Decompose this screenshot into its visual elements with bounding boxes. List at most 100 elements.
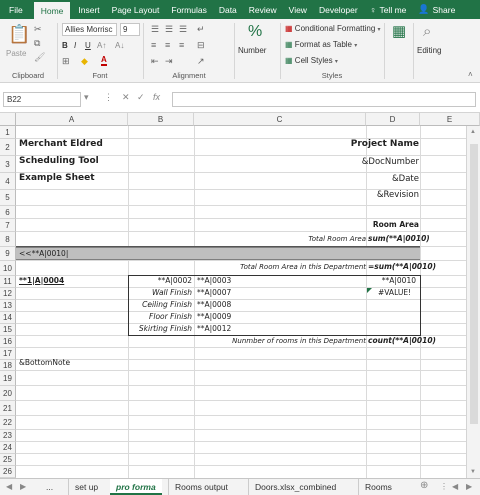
cell-d5[interactable]: &Revision xyxy=(300,191,419,200)
cell-b13[interactable]: Wall Finish xyxy=(128,289,192,297)
cell-c13[interactable]: **A|0007 xyxy=(197,289,231,297)
sheet-tab-rooms-output[interactable]: Rooms output xyxy=(168,479,234,495)
tab-split-icon[interactable]: ⋮ xyxy=(440,482,448,491)
tab-data[interactable]: Data xyxy=(213,0,243,19)
cell-b16[interactable]: Skirting Finish xyxy=(128,325,192,333)
cell-styles-button[interactable]: ▦ Cell Styles ▾ xyxy=(285,56,338,65)
cancel-icon[interactable]: ✕ xyxy=(122,92,130,103)
align-right-icon[interactable]: ≡ xyxy=(179,41,184,50)
row-header[interactable]: 17 xyxy=(0,348,16,360)
format-as-table-button[interactable]: ▦ Format as Table ▾ xyxy=(285,40,357,49)
cell-a19[interactable]: &BottomNote xyxy=(19,359,70,367)
scroll-up-icon[interactable]: ▲ xyxy=(470,129,476,135)
scroll-down-icon[interactable]: ▼ xyxy=(470,469,476,475)
number-button[interactable]: Number xyxy=(238,46,266,55)
paste-button[interactable]: Paste xyxy=(6,49,26,58)
cell-d13[interactable]: #VALUE! xyxy=(378,289,411,297)
formula-input[interactable] xyxy=(172,92,476,107)
share-button[interactable]: 👤 Share xyxy=(412,0,461,19)
tab-home[interactable]: Home xyxy=(33,2,71,19)
row-header[interactable]: 22 xyxy=(0,416,16,430)
editing-button[interactable]: Editing xyxy=(417,46,441,55)
collapse-ribbon-icon[interactable]: ˄ xyxy=(468,71,473,79)
wrap-text-icon[interactable]: ↵ xyxy=(197,25,205,34)
row-header[interactable]: 3 xyxy=(0,156,16,173)
cell-b14[interactable]: Ceiling Finish xyxy=(128,301,192,309)
cell-c9[interactable]: Total Room Area xyxy=(194,236,366,243)
tab-review[interactable]: Review xyxy=(243,0,283,19)
row-header[interactable]: 19 xyxy=(0,371,16,386)
tab-file[interactable]: File xyxy=(0,0,32,19)
fx-icon[interactable]: fx xyxy=(153,92,160,102)
cell-d11[interactable]: =sum(**A|0010) xyxy=(368,263,436,271)
column-header-a[interactable]: A xyxy=(16,113,128,126)
fill-color-icon[interactable]: ◆ xyxy=(81,57,88,66)
increase-indent-icon[interactable]: ⇥ xyxy=(165,57,173,66)
orientation-icon[interactable]: ↗ xyxy=(197,57,205,66)
cell-c16[interactable]: **A|0012 xyxy=(197,325,231,333)
grow-font-button[interactable]: A↑ xyxy=(97,41,106,50)
cell-a10[interactable]: <<**A|0010| xyxy=(19,250,68,258)
worksheet-grid[interactable]: A B C D E 1 2 3 4 5 6 7 8 9 10 11 12 13 … xyxy=(0,113,480,478)
row-header[interactable]: 8 xyxy=(0,232,16,247)
align-center-icon[interactable]: ≡ xyxy=(165,41,170,50)
cells-icon[interactable]: ▦ xyxy=(392,24,406,39)
tell-me-button[interactable]: ♀ Tell me xyxy=(364,0,413,19)
row-header[interactable]: 18 xyxy=(0,360,16,371)
name-box-dropdown-icon[interactable]: ▾ xyxy=(84,92,89,103)
column-header-b[interactable]: B xyxy=(128,113,194,126)
cell-c15[interactable]: **A|0009 xyxy=(197,313,231,321)
row-header[interactable]: 9 xyxy=(0,247,16,261)
shrink-font-button[interactable]: A↓ xyxy=(115,41,124,50)
row-header[interactable]: 5 xyxy=(0,190,16,206)
cell-d9[interactable]: sum(**A|0010) xyxy=(368,235,430,243)
font-name-select[interactable]: Allies Morrisc xyxy=(62,23,117,36)
row-header[interactable]: 26 xyxy=(0,466,16,478)
row-header[interactable]: 21 xyxy=(0,401,16,416)
format-painter-icon[interactable]: 🖌 xyxy=(34,53,45,62)
row-header[interactable]: 24 xyxy=(0,442,16,454)
cell-c12[interactable]: **A|0003 xyxy=(197,277,231,285)
align-top-icon[interactable]: ☰ xyxy=(151,25,159,34)
align-middle-icon[interactable]: ☰ xyxy=(165,25,173,34)
percent-icon[interactable]: % xyxy=(248,24,262,40)
conditional-formatting-button[interactable]: ▦ Conditional Formatting ▾ xyxy=(285,24,381,33)
cell-a3[interactable]: Scheduling Tool xyxy=(19,157,99,166)
cell-c17[interactable]: Nunmber of rooms in this Department xyxy=(194,338,366,345)
row-header[interactable]: 12 xyxy=(0,288,16,300)
align-left-icon[interactable]: ≡ xyxy=(151,41,156,50)
italic-button[interactable]: I xyxy=(74,41,76,50)
sheet-tab-rooms[interactable]: Rooms xyxy=(358,479,398,495)
cell-a4[interactable]: Example Sheet xyxy=(19,174,95,183)
tab-view[interactable]: View xyxy=(283,0,313,19)
cell-b12[interactable]: **A|0002 xyxy=(128,277,192,285)
column-header-e[interactable]: E xyxy=(420,113,480,126)
row-header[interactable]: 25 xyxy=(0,454,16,466)
scrollbar-thumb[interactable] xyxy=(470,144,478,424)
font-color-icon[interactable]: A xyxy=(101,56,107,66)
row-header[interactable]: 16 xyxy=(0,336,16,348)
row-header[interactable]: 11 xyxy=(0,276,16,288)
cell-d12[interactable]: **A|0010 xyxy=(366,277,416,285)
row-header[interactable]: 4 xyxy=(0,173,16,190)
borders-icon[interactable]: ⊞ xyxy=(62,57,70,66)
sheet-tab-set-up[interactable]: set up xyxy=(68,479,104,495)
scroll-tabs-right-icon[interactable]: ▶ xyxy=(20,482,26,491)
font-size-select[interactable]: 9 xyxy=(120,23,140,36)
row-header[interactable]: 14 xyxy=(0,312,16,324)
row-header[interactable]: 20 xyxy=(0,386,16,401)
decrease-indent-icon[interactable]: ⇤ xyxy=(151,57,159,66)
cut-icon[interactable]: ✂ xyxy=(34,25,42,34)
column-header-c[interactable]: C xyxy=(194,113,366,126)
row-header[interactable]: 10 xyxy=(0,261,16,276)
vertical-scrollbar[interactable]: ▲ ▼ xyxy=(466,126,480,478)
row-header[interactable]: 6 xyxy=(0,206,16,219)
cell-a12[interactable]: **1|A|0004 xyxy=(19,277,64,285)
underline-button[interactable]: U xyxy=(85,41,91,50)
name-box[interactable]: B22 xyxy=(3,92,81,107)
enter-icon[interactable]: ✓ xyxy=(137,92,145,103)
paste-icon[interactable]: 📋 xyxy=(8,25,30,43)
scroll-tabs-left-icon[interactable]: ◀ xyxy=(6,482,12,491)
sheet-tab-more[interactable]: ... xyxy=(40,479,59,495)
bold-button[interactable]: B xyxy=(62,41,68,50)
